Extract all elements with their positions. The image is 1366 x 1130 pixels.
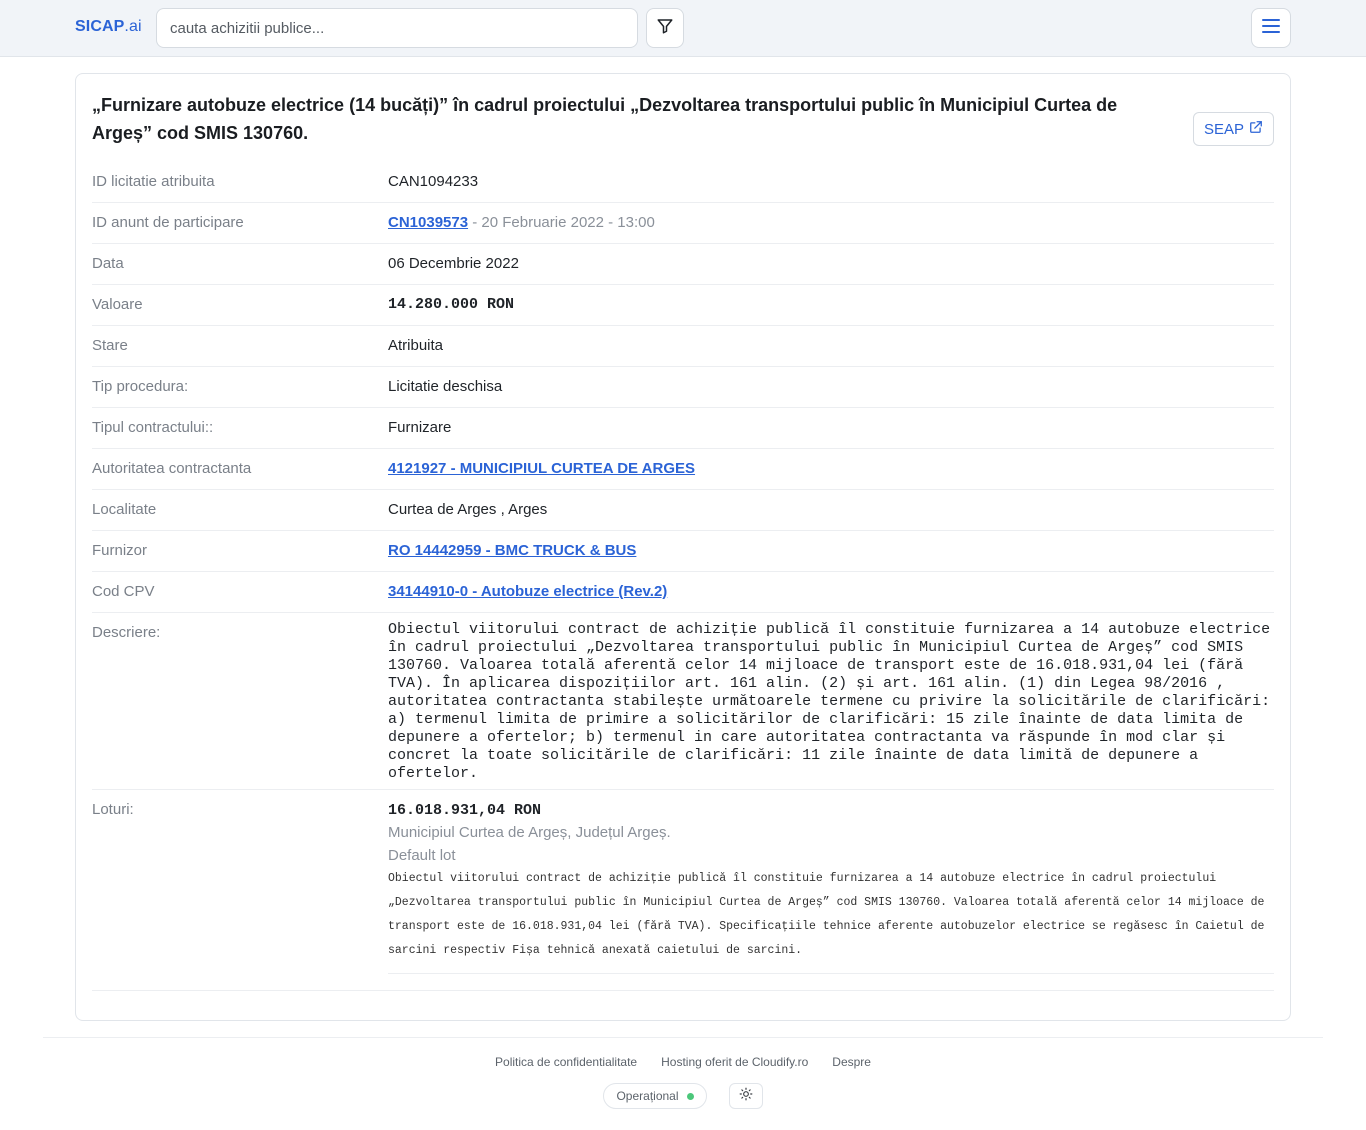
anunt-date: - 20 Februarie 2022 - 13:00	[468, 214, 655, 231]
autoritate-link[interactable]: 4121927 - MUNICIPIUL CURTEA DE ARGES	[388, 460, 695, 477]
anunt-link[interactable]: CN1039573	[388, 214, 468, 231]
status-badge[interactable]: Operațional	[603, 1083, 707, 1109]
detail-label: Autoritatea contractanta	[92, 460, 252, 477]
description-text: Obiectul viitorului contract de achiziți…	[388, 621, 1271, 782]
tender-title: „Furnizare autobuze electrice (14 bucăți…	[92, 95, 1118, 143]
footer-divider	[43, 1037, 1323, 1038]
detail-label: Tipul contractului::	[92, 419, 214, 436]
search-input[interactable]	[156, 8, 638, 48]
detail-value: RO 14442959 - BMC TRUCK & BUS	[388, 531, 1274, 560]
lot-location: Municipiul Curtea de Argeș, Județul Arge…	[388, 824, 671, 841]
menu-button[interactable]	[1251, 8, 1291, 48]
detail-value: CAN1094233	[388, 173, 479, 190]
detail-label: Tip procedura:	[92, 378, 189, 395]
detail-value: CN1039573 - 20 Februarie 2022 - 13:00	[388, 203, 1274, 232]
detail-row-id-anunt: ID anunt de participare CN1039573 - 20 F…	[92, 203, 1274, 244]
detail-row-furnizor: Furnizor RO 14442959 - BMC TRUCK & BUS	[92, 531, 1274, 572]
brand-logo[interactable]: SICAP.ai	[75, 18, 142, 36]
filter-icon	[656, 17, 674, 40]
sun-icon	[739, 1087, 753, 1106]
seap-button[interactable]: SEAP	[1193, 112, 1274, 146]
footer-link-about[interactable]: Despre	[832, 1055, 871, 1069]
footer-links: Politica de confidentialitate Hosting of…	[0, 1055, 1366, 1069]
detail-row-stare: Stare Atribuita	[92, 326, 1274, 367]
detail-label: Cod CPV	[92, 583, 155, 600]
tender-detail-card: „Furnizare autobuze electrice (14 bucăți…	[75, 73, 1291, 1021]
detail-row-valoare: Valoare 14.280.000 RON	[92, 285, 1274, 326]
footer-link-privacy[interactable]: Politica de confidentialitate	[495, 1055, 637, 1069]
detail-row-loturi: Loturi: 16.018.931,04 RON Municipiul Cur…	[92, 790, 1274, 991]
detail-value: Curtea de Arges , Arges	[388, 501, 548, 518]
detail-label: Stare	[92, 337, 128, 354]
top-navbar: SICAP.ai	[0, 0, 1366, 57]
lot-description: Obiectul viitorului contract de achiziți…	[388, 867, 1274, 974]
footer-link-hosting[interactable]: Hosting oferit de Cloudify.ro	[661, 1055, 808, 1069]
detail-value: Atribuita	[388, 337, 444, 354]
detail-label: Data	[92, 255, 124, 272]
detail-label: Loturi:	[92, 801, 134, 818]
filter-button[interactable]	[646, 8, 684, 48]
detail-row-id-atribuita: ID licitatie atribuita CAN1094233	[92, 162, 1274, 203]
external-link-icon	[1249, 120, 1263, 138]
detail-value: 34144910-0 - Autobuze electrice (Rev.2)	[388, 572, 1274, 601]
detail-value: Licitatie deschisa	[388, 378, 503, 395]
detail-row-tip-procedura: Tip procedura: Licitatie deschisa	[92, 367, 1274, 408]
cpv-link[interactable]: 34144910-0 - Autobuze electrice (Rev.2)	[388, 583, 667, 600]
detail-label: Descriere:	[92, 624, 161, 641]
hamburger-menu-icon	[1261, 18, 1281, 39]
detail-row-cpv: Cod CPV 34144910-0 - Autobuze electrice …	[92, 572, 1274, 613]
detail-label: ID licitatie atribuita	[92, 173, 215, 190]
status-label: Operațional	[616, 1089, 679, 1103]
detail-row-descriere: Descriere: Obiectul viitorului contract …	[92, 613, 1274, 790]
detail-rows: ID licitatie atribuita CAN1094233 ID anu…	[92, 162, 1274, 991]
status-dot-icon	[686, 1092, 694, 1100]
brand-suffix: .ai	[124, 18, 142, 35]
lot-amount: 16.018.931,04 RON	[388, 802, 542, 819]
detail-value-amount: 14.280.000 RON	[388, 296, 515, 313]
detail-value: 4121927 - MUNICIPIUL CURTEA DE ARGES	[388, 449, 1274, 478]
detail-label: ID anunt de participare	[92, 214, 244, 231]
detail-label: Furnizor	[92, 542, 148, 559]
brand-name: SICAP	[75, 18, 125, 35]
lot-name: Default lot	[388, 847, 456, 864]
detail-value: Furnizare	[388, 419, 452, 436]
theme-toggle-button[interactable]	[728, 1083, 763, 1109]
detail-row-data: Data 06 Decembrie 2022	[92, 244, 1274, 285]
lot-item: 16.018.931,04 RON Municipiul Curtea de A…	[388, 790, 1274, 974]
footer-status-row: Operațional	[0, 1083, 1366, 1109]
detail-row-localitate: Localitate Curtea de Arges , Arges	[92, 490, 1274, 531]
detail-row-tip-contract: Tipul contractului:: Furnizare	[92, 408, 1274, 449]
detail-row-autoritate: Autoritatea contractanta 4121927 - MUNIC…	[92, 449, 1274, 490]
furnizor-link[interactable]: RO 14442959 - BMC TRUCK & BUS	[388, 542, 636, 559]
seap-button-label: SEAP	[1203, 120, 1245, 138]
detail-label: Valoare	[92, 296, 143, 313]
detail-value: 06 Decembrie 2022	[388, 255, 519, 272]
detail-label: Localitate	[92, 501, 157, 518]
